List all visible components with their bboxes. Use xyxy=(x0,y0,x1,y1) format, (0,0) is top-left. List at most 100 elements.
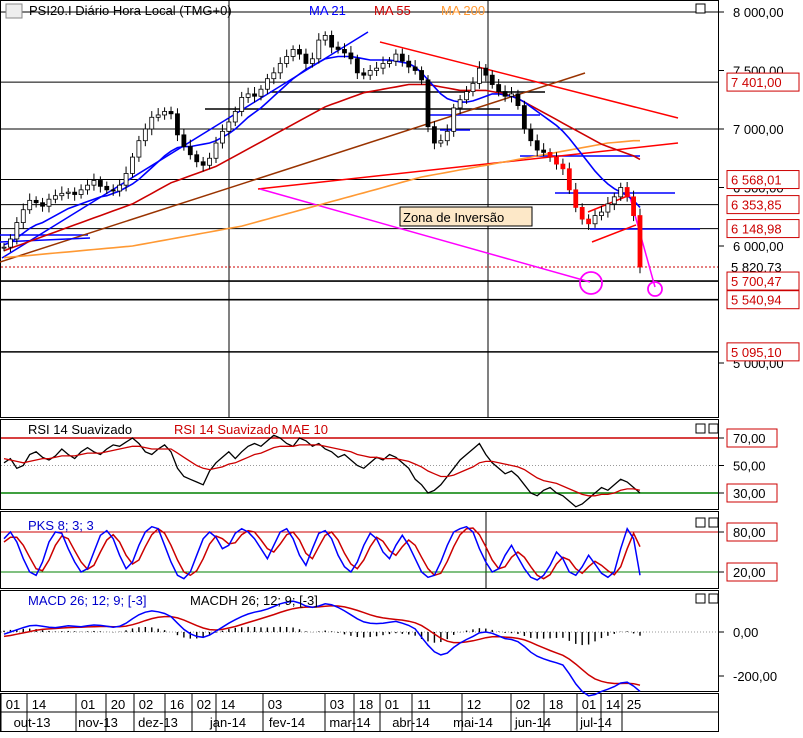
candle-body-51 xyxy=(329,35,335,48)
candle-body-77 xyxy=(496,84,502,92)
candle-body-18 xyxy=(117,184,123,192)
main-y-tick-label-4: 6 000,00 xyxy=(733,239,784,254)
candle-body-76 xyxy=(489,74,495,85)
candle-body-65 xyxy=(419,70,424,81)
day-label-8: 03 xyxy=(268,697,282,712)
day-label-11: 01 xyxy=(385,697,399,712)
candle-body-57 xyxy=(367,70,373,76)
candle-body-33 xyxy=(213,142,219,159)
candle-body-71 xyxy=(457,99,463,109)
rsi-close-button[interactable] xyxy=(708,423,719,434)
candle-body-69 xyxy=(444,130,450,142)
macdh-title: MACDH 26; 12; 9; [-3] xyxy=(190,593,318,608)
candle-body-49 xyxy=(316,39,322,60)
month-label-9: jul-14 xyxy=(579,715,612,730)
stoch-minimize-button[interactable] xyxy=(695,517,706,528)
day-label-13: 12 xyxy=(467,697,481,712)
main-window-button[interactable] xyxy=(695,3,706,14)
candle-body-96 xyxy=(618,187,624,198)
day-label-3: 20 xyxy=(111,697,125,712)
candle-body-12 xyxy=(78,189,84,195)
candle-body-73 xyxy=(470,82,476,92)
price-tag-label-1: 6 568,01 xyxy=(731,173,782,188)
candle-body-0 xyxy=(1,246,7,249)
day-label-1: 14 xyxy=(32,697,46,712)
candle-body-97 xyxy=(624,187,630,198)
stoch-title: PKS 8; 3; 3 xyxy=(28,518,94,533)
candle-body-74 xyxy=(476,67,482,84)
price-tag-label-3: 6 148,98 xyxy=(731,222,782,237)
candle-body-29 xyxy=(187,146,193,156)
candle-body-93 xyxy=(599,211,604,216)
candle-body-92 xyxy=(592,215,598,225)
candle-body-24 xyxy=(155,114,161,118)
candle-body-28 xyxy=(181,134,187,147)
stoch-panel-frame xyxy=(0,511,719,589)
legend-ma200: MA 200 xyxy=(441,3,485,18)
candle-body-99 xyxy=(637,215,643,268)
month-label-0: out-13 xyxy=(14,715,51,730)
candle-body-11 xyxy=(72,191,78,195)
candle-body-42 xyxy=(271,72,277,80)
candle-body-32 xyxy=(207,157,212,166)
candle-body-86 xyxy=(554,156,559,165)
rsi-minimize-button[interactable] xyxy=(695,423,706,434)
month-label-6: abr-14 xyxy=(392,715,430,730)
rsi-y-tick-label-0: 70,00 xyxy=(733,431,766,446)
candle-body-66 xyxy=(425,79,431,128)
candle-body-79 xyxy=(509,93,514,97)
candle-body-45 xyxy=(290,49,296,57)
macd-close-button[interactable] xyxy=(708,593,719,604)
candle-body-47 xyxy=(303,53,309,64)
stoch-close-button[interactable] xyxy=(708,517,719,528)
candle-body-82 xyxy=(528,128,534,142)
candle-body-37 xyxy=(239,97,245,112)
candle-body-88 xyxy=(566,168,572,191)
candle-body-41 xyxy=(264,78,270,90)
chart-menu-icon[interactable] xyxy=(5,3,23,19)
day-label-16: 01 xyxy=(582,697,596,712)
month-label-8: jun-14 xyxy=(514,715,551,730)
legend-ma55: MA 55 xyxy=(374,3,411,18)
candle-body-5 xyxy=(33,199,39,204)
candle-body-21 xyxy=(136,140,142,158)
annotation-text: Zona de Inversão xyxy=(403,210,504,225)
day-label-14: 02 xyxy=(516,697,530,712)
price-tag-label-6: 5 540,94 xyxy=(731,293,782,308)
candle-body-36 xyxy=(232,111,238,123)
candle-body-13 xyxy=(85,184,90,191)
candle-body-35 xyxy=(226,121,232,132)
candle-body-58 xyxy=(374,67,380,71)
candle-body-16 xyxy=(104,185,110,191)
candle-body-56 xyxy=(361,72,367,76)
legend-ma21: MA 21 xyxy=(309,3,346,18)
month-label-7: mai-14 xyxy=(453,715,493,730)
candle-body-68 xyxy=(438,140,444,144)
candle-body-48 xyxy=(309,58,315,64)
day-label-10: 18 xyxy=(359,697,373,712)
candle-body-61 xyxy=(393,53,399,62)
chart-svg: 8 000,007 500,007 000,006 500,006 000,00… xyxy=(0,0,800,732)
rsi-title-mae: RSI 14 Suavizado MAE 10 xyxy=(174,422,328,437)
rsi-y-tick-label-2: 30,00 xyxy=(733,486,766,501)
month-label-2: dez-13 xyxy=(138,715,178,730)
candle-body-30 xyxy=(194,154,200,163)
candle-body-90 xyxy=(579,206,585,220)
candle-body-6 xyxy=(40,202,45,207)
candle-body-7 xyxy=(46,198,52,207)
stoch-y-tick-label-0: 80,00 xyxy=(733,525,766,540)
candle-body-43 xyxy=(277,63,283,74)
candle-body-2 xyxy=(14,222,20,240)
candle-body-17 xyxy=(110,189,116,192)
macd-minimize-button[interactable] xyxy=(695,593,706,604)
month-label-3: jan-14 xyxy=(209,715,246,730)
candle-body-60 xyxy=(387,60,392,64)
day-label-7: 14 xyxy=(221,697,235,712)
day-label-18: 25 xyxy=(627,697,641,712)
candle-body-53 xyxy=(342,49,347,54)
main-y-tick-label-0: 8 000,00 xyxy=(733,5,784,20)
chart-title: PSI20.I Diário Hora Local (TMG+0) xyxy=(29,3,232,18)
candle-body-9 xyxy=(59,192,65,197)
candle-body-50 xyxy=(322,35,328,41)
candle-body-78 xyxy=(502,91,508,97)
